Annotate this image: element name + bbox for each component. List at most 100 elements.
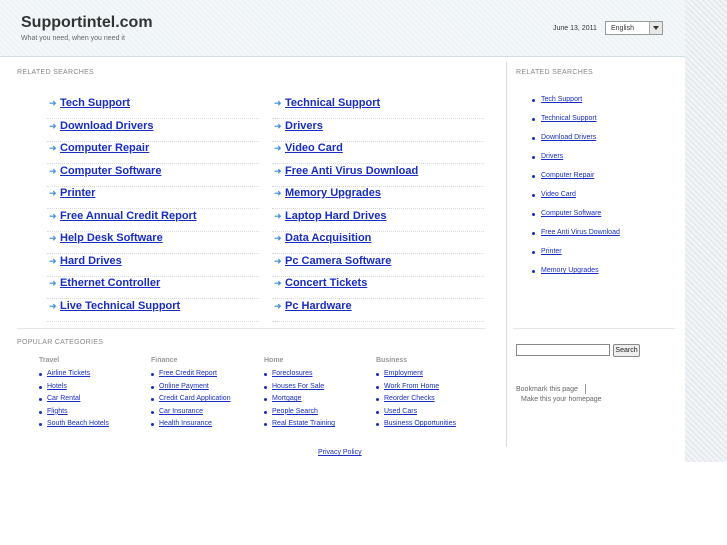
privacy-policy-link[interactable]: Privacy Policy: [318, 449, 362, 456]
category-link[interactable]: Car Insurance: [159, 408, 203, 415]
homepage-link[interactable]: Make this your homepage: [521, 396, 602, 403]
category-link[interactable]: Health Insurance: [159, 420, 212, 427]
category-link[interactable]: Car Rental: [47, 395, 80, 402]
category-link[interactable]: Used Cars: [384, 408, 417, 415]
related-search-link[interactable]: Tech Support: [60, 97, 130, 109]
category-link[interactable]: Mortgage: [272, 395, 302, 402]
header: Supportintel.com What you need, when you…: [0, 0, 685, 57]
category-link[interactable]: Free Credit Report: [159, 370, 217, 377]
sidebar-link[interactable]: Tech Support: [541, 96, 582, 103]
language-select[interactable]: English: [605, 21, 663, 35]
related-search-link[interactable]: Free Anti Virus Download: [285, 165, 418, 177]
bullet-icon: [532, 118, 535, 121]
related-search-item[interactable]: ➜ Computer Repair: [47, 141, 259, 164]
related-search-item[interactable]: ➜ Pc Camera Software: [272, 254, 484, 277]
related-search-item[interactable]: ➜ Video Card: [272, 141, 484, 164]
bullet-icon: [151, 423, 154, 427]
sidebar-link[interactable]: Download Drivers: [541, 134, 596, 141]
bullet-icon: [376, 385, 379, 389]
related-search-link[interactable]: Help Desk Software: [60, 232, 163, 244]
sidebar-link[interactable]: Video Card: [541, 191, 576, 198]
category-link[interactable]: Real Estate Training: [272, 420, 335, 427]
related-search-link[interactable]: Drivers: [285, 120, 323, 132]
related-search-link[interactable]: Data Acquisition: [285, 232, 371, 244]
arrow-icon: ➜: [274, 188, 282, 198]
site-title[interactable]: Supportintel.com: [21, 14, 153, 32]
category-link[interactable]: Houses For Sale: [272, 383, 324, 390]
bullet-icon: [39, 398, 42, 402]
sidebar-link[interactable]: Computer Software: [541, 210, 601, 217]
bullet-icon: [532, 270, 535, 273]
category-title: Business: [376, 357, 408, 364]
search-button[interactable]: Search: [613, 344, 640, 357]
sidebar-link[interactable]: Drivers: [541, 153, 563, 160]
sidebar-link[interactable]: Computer Repair: [541, 172, 594, 179]
bullet-icon: [151, 398, 154, 402]
category-link[interactable]: Business Opportunities: [384, 420, 456, 427]
related-search-item[interactable]: ➜ Tech Support: [47, 96, 259, 119]
category-link[interactable]: Online Payment: [159, 383, 209, 390]
arrow-icon: ➜: [274, 278, 282, 288]
bullet-icon: [532, 156, 535, 159]
category-link[interactable]: Work From Home: [384, 383, 439, 390]
sidebar-link[interactable]: Free Anti Virus Download: [541, 229, 620, 236]
related-search-link[interactable]: Concert Tickets: [285, 277, 367, 289]
related-search-item[interactable]: ➜ Concert Tickets: [272, 276, 484, 299]
bullet-icon: [532, 232, 535, 235]
related-search-link[interactable]: Printer: [60, 187, 95, 199]
arrow-icon: ➜: [49, 255, 57, 266]
category-link[interactable]: Foreclosures: [272, 370, 312, 377]
related-search-link[interactable]: Computer Software: [60, 165, 161, 177]
bullet-icon: [376, 398, 379, 402]
bullet-icon: [264, 385, 267, 389]
related-search-item[interactable]: ➜ Ethernet Controller: [47, 276, 259, 299]
bullet-icon: [39, 410, 42, 414]
sidebar-link[interactable]: Memory Upgrades: [541, 267, 599, 274]
sidebar-link[interactable]: Technical Support: [541, 115, 597, 122]
category-title: Finance: [151, 357, 178, 364]
category-link[interactable]: Credit Card Application: [159, 395, 231, 402]
chevron-down-icon[interactable]: [649, 22, 662, 34]
related-search-item[interactable]: ➜ Free Anti Virus Download: [272, 164, 484, 187]
bookmark-link[interactable]: Bookmark this page: [516, 386, 578, 393]
bullet-icon: [532, 213, 535, 216]
category-link[interactable]: Airline Tickets: [47, 370, 90, 377]
related-search-item[interactable]: ➜ Technical Support: [272, 96, 484, 119]
related-search-item[interactable]: ➜ Live Technical Support: [47, 299, 259, 322]
related-search-link[interactable]: Technical Support: [285, 97, 380, 109]
related-search-link[interactable]: Live Technical Support: [60, 300, 180, 312]
search-input[interactable]: [516, 344, 610, 356]
related-search-link[interactable]: Computer Repair: [60, 142, 149, 154]
category-link[interactable]: Flights: [47, 408, 68, 415]
related-search-link[interactable]: Hard Drives: [60, 255, 122, 267]
related-search-item[interactable]: ➜ Laptop Hard Drives: [272, 209, 484, 232]
related-search-item[interactable]: ➜ Memory Upgrades: [272, 186, 484, 209]
category-link[interactable]: South Beach Hotels: [47, 420, 109, 427]
related-search-link[interactable]: Video Card: [285, 142, 343, 154]
related-search-item[interactable]: ➜ Hard Drives: [47, 254, 259, 277]
related-search-item[interactable]: ➜ Drivers: [272, 119, 484, 142]
category-link[interactable]: Employment: [384, 370, 423, 377]
bullet-icon: [264, 373, 267, 376]
related-search-item[interactable]: ➜ Download Drivers: [47, 119, 259, 142]
related-search-item[interactable]: ➜ Printer: [47, 186, 259, 209]
category-title: Home: [264, 357, 284, 364]
related-search-item[interactable]: ➜ Free Annual Credit Report: [47, 209, 259, 232]
related-search-item[interactable]: ➜ Computer Software: [47, 164, 259, 187]
category-link[interactable]: Hotels: [47, 383, 67, 390]
arrow-icon: ➜: [274, 120, 282, 131]
related-search-link[interactable]: Memory Upgrades: [285, 187, 381, 199]
related-search-link[interactable]: Download Drivers: [60, 120, 154, 132]
related-search-item[interactable]: ➜ Pc Hardware: [272, 299, 484, 322]
related-search-link[interactable]: Free Annual Credit Report: [60, 210, 197, 222]
sidebar-link[interactable]: Printer: [541, 248, 562, 255]
related-search-link[interactable]: Ethernet Controller: [60, 277, 160, 289]
related-search-link[interactable]: Laptop Hard Drives: [285, 210, 386, 222]
category-link[interactable]: People Search: [272, 408, 318, 415]
related-search-item[interactable]: ➜ Help Desk Software: [47, 231, 259, 254]
arrow-icon: ➜: [274, 300, 282, 311]
related-search-item[interactable]: ➜ Data Acquisition: [272, 231, 484, 254]
related-search-link[interactable]: Pc Hardware: [285, 300, 352, 312]
related-search-link[interactable]: Pc Camera Software: [285, 255, 391, 267]
category-link[interactable]: Reorder Checks: [384, 395, 435, 402]
